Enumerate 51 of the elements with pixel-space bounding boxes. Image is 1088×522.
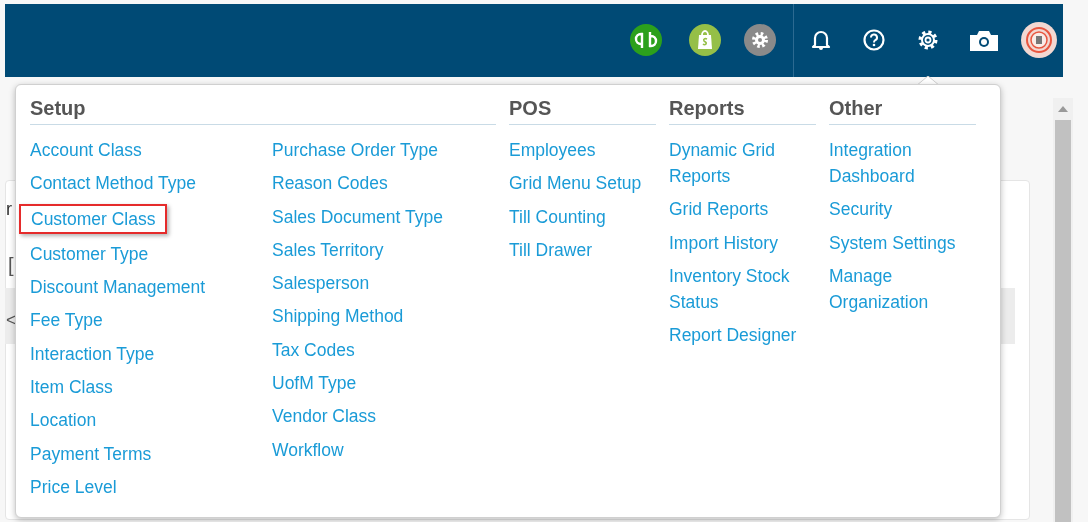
menu-link[interactable]: Tax Codes [272,336,496,363]
quickbooks-icon[interactable] [630,24,662,56]
menu-link[interactable]: Sales Territory [272,236,496,263]
section-heading: Reports [669,95,816,125]
menu-link[interactable]: Report Designer [669,322,816,349]
background-text: < [6,309,17,332]
help-icon[interactable] [863,29,885,51]
menu-link[interactable]: System Settings [829,229,976,256]
menu-link[interactable]: Grid Menu Setup [509,170,656,197]
menu-link[interactable]: Account Class [30,137,272,163]
menu-link[interactable]: Item Class [30,374,272,401]
menu-link[interactable]: Reason Codes [272,170,496,197]
menu-link[interactable]: Location [30,407,272,434]
menu-link[interactable]: Price Level [30,473,272,500]
menu-link[interactable]: Employees [509,137,656,163]
menu-link[interactable]: UofM Type [272,370,496,397]
menu-link[interactable]: Sales Document Type [272,203,496,230]
gear-icon[interactable] [744,24,776,56]
menu-link[interactable]: Workflow [272,436,496,463]
scroll-thumb[interactable] [1055,120,1071,522]
menu-link[interactable]: Grid Reports [669,196,816,223]
section-heading: Setup [30,95,496,125]
menu-link[interactable]: Integration Dashboard [829,137,976,189]
menu-link[interactable]: Manage Organization [829,262,976,315]
menu-link[interactable]: Payment Terms [30,440,272,467]
menu-link[interactable]: Security [829,196,976,223]
section-heading: POS [509,95,656,125]
menu-link[interactable]: Till Drawer [509,236,656,263]
background-text: r [6,198,12,221]
menu-link[interactable]: Fee Type [30,307,272,334]
menu-link[interactable]: Import History [669,229,816,256]
menu-link[interactable]: Till Counting [509,203,656,230]
background-text: [ [8,253,14,278]
shopping-bag-icon[interactable] [689,24,721,56]
menu-link[interactable]: Dynamic Grid Reports [669,137,816,189]
menu-link[interactable]: Contact Method Type [30,170,272,197]
bell-icon[interactable] [811,29,831,51]
menu-link[interactable]: Customer Type [30,240,272,267]
menu-link[interactable]: Purchase Order Type [272,137,496,163]
section-heading: Other [829,95,976,125]
settings-icon[interactable] [917,29,939,51]
camera-icon[interactable] [969,30,999,52]
menu-link[interactable]: Salesperson [272,270,496,297]
menu-link[interactable]: Customer Class [19,203,168,234]
menu-link[interactable]: Vendor Class [272,403,496,430]
avatar-icon[interactable] [1021,22,1057,58]
scrollbar[interactable] [1053,98,1073,522]
menu-link[interactable]: Inventory Stock Status [669,262,816,315]
menu-link[interactable]: Shipping Method [272,303,496,330]
menu-link[interactable]: Discount Management [30,274,272,301]
menu-link[interactable]: Interaction Type [30,340,272,367]
